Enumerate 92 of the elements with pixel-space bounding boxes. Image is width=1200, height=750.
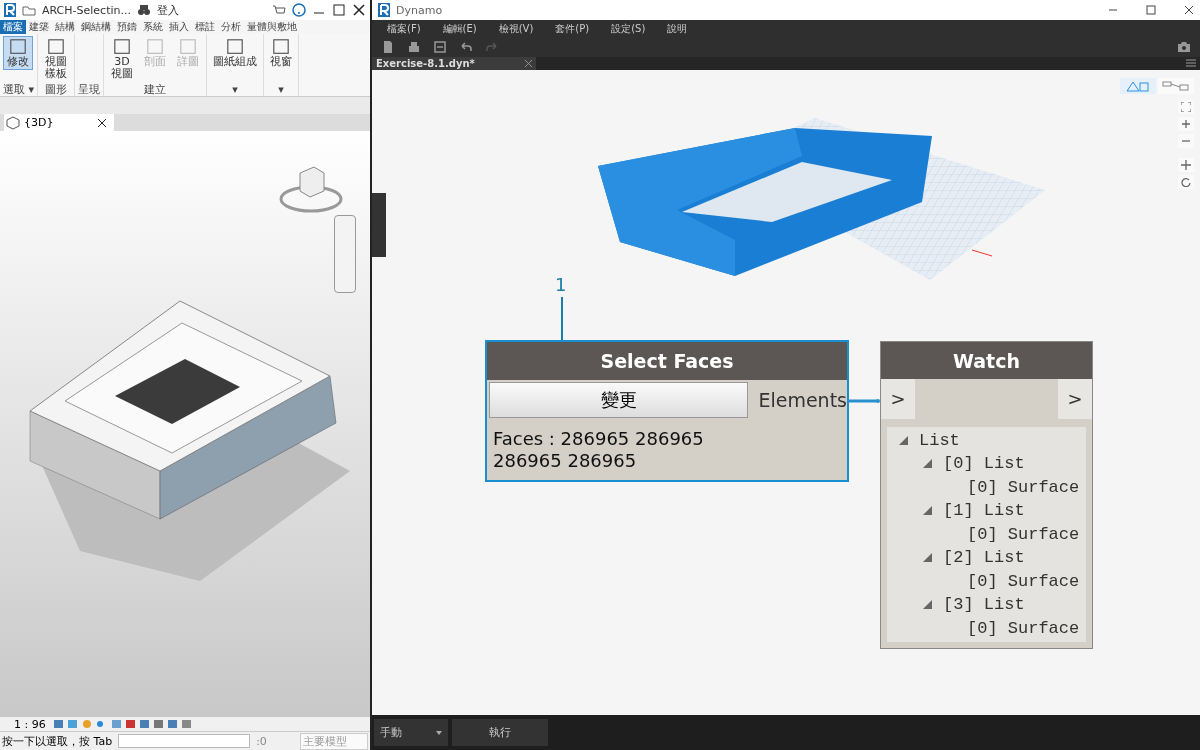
graph-view-toggle[interactable] — [1158, 78, 1194, 94]
app-logo-icon — [378, 3, 390, 17]
cube-icon — [6, 115, 20, 130]
help-icon[interactable] — [292, 3, 306, 17]
ribbon-tab[interactable]: 量體與敷地 — [244, 20, 300, 34]
close-icon[interactable] — [352, 3, 366, 17]
menu-item[interactable]: 設定(S) — [600, 21, 657, 36]
ribbon-button[interactable]: 視圖樣板 — [41, 36, 72, 82]
selection-count: :0 — [256, 734, 267, 748]
zoom-out-icon[interactable] — [1178, 134, 1194, 148]
cart-icon[interactable] — [272, 3, 286, 17]
menu-item[interactable]: 說明 — [656, 21, 699, 36]
panel-label: ▾ — [277, 84, 285, 96]
orbit-icon[interactable] — [1178, 175, 1194, 189]
tree-item-label[interactable]: [0] Surface — [967, 524, 1080, 544]
input-port[interactable]: > — [881, 379, 915, 419]
expander-icon[interactable] — [923, 553, 932, 563]
file-tab[interactable]: Exercise-8.1.dyn* — [372, 57, 536, 70]
save-icon[interactable] — [434, 41, 446, 53]
maximize-icon[interactable] — [1146, 5, 1156, 15]
menu-item[interactable]: 編輯(E) — [431, 21, 488, 36]
ribbon-button[interactable]: 修改 — [3, 36, 33, 70]
ribbon-tab[interactable]: 建築 — [26, 20, 52, 34]
tree-item-label[interactable]: [0] Surface — [967, 571, 1080, 591]
view-control-icons[interactable] — [53, 719, 194, 729]
run-mode-dropdown[interactable]: 手動 — [374, 719, 448, 746]
panel-label: 建立 — [143, 84, 168, 96]
callout-number: 1 — [555, 274, 567, 295]
view-tab[interactable]: {3D} — [4, 114, 114, 131]
scale-label[interactable]: 1 : 96 — [14, 717, 46, 731]
close-icon[interactable] — [1184, 5, 1194, 15]
watch-node[interactable]: Watch > > List [0] List [0] Surface [1] List [0] Surface [2] List [0] Surface [3] List [0] Surface — [880, 341, 1093, 649]
caret-icon — [436, 730, 442, 735]
expander-icon[interactable] — [923, 459, 932, 469]
menu-item[interactable]: 套件(P) — [544, 21, 601, 36]
expander-icon[interactable] — [923, 600, 932, 610]
menu-icon[interactable] — [1186, 59, 1196, 67]
ribbon-button[interactable]: 3D 視圖 — [107, 36, 138, 82]
ribbon-tab[interactable]: 標註 — [192, 20, 218, 34]
expander-icon[interactable] — [899, 435, 908, 445]
pan-icon[interactable] — [1178, 158, 1194, 172]
workset-field[interactable] — [118, 734, 251, 748]
camera-icon[interactable] — [1178, 41, 1190, 53]
run-button[interactable]: 執行 — [452, 719, 548, 746]
document-title: ARCH-Selectin... — [42, 3, 131, 17]
ribbon-tab[interactable]: 插入 — [166, 20, 192, 34]
node-output-text: Faces : 286965 286965 286965 286965 — [492, 427, 705, 473]
panel-label: ▾ — [231, 84, 239, 96]
menu-item[interactable]: 檔案(F) — [376, 21, 432, 36]
menu-item[interactable]: 檢視(V) — [487, 21, 545, 36]
output-port-label[interactable]: Elements — [748, 389, 847, 411]
ribbon-tab[interactable]: 分析 — [218, 20, 244, 34]
connector-wire — [848, 399, 881, 403]
sign-in-link[interactable]: 登入 — [157, 2, 179, 18]
binoculars-icon[interactable] — [137, 3, 151, 17]
undo-icon[interactable] — [460, 41, 472, 53]
ribbon-tab[interactable]: 結構 — [52, 20, 78, 34]
status-text: 按一下以選取，按 Tab — [2, 733, 113, 749]
ribbon-button[interactable]: 圖紙組成 — [210, 36, 261, 70]
tree-item-label[interactable]: [0] Surface — [967, 618, 1080, 638]
new-file-icon[interactable] — [382, 41, 394, 53]
geometry-view-toggle[interactable] — [1120, 78, 1156, 94]
tree-item-label[interactable]: [2] List — [943, 548, 1025, 568]
panel-label: 圖形 — [44, 84, 69, 96]
maximize-icon[interactable] — [332, 3, 346, 17]
square-icon — [7, 38, 29, 56]
expander-icon[interactable] — [923, 506, 932, 516]
ribbon-tab[interactable]: 鋼結構 — [78, 20, 114, 34]
window-title: Dynamo — [396, 3, 443, 17]
ribbon-button[interactable]: 視窗 — [267, 36, 296, 70]
zoom-in-icon[interactable] — [1178, 117, 1194, 131]
select-faces-node[interactable]: Select Faces 變更 Elements Faces : 286965 286965 286965 286965 — [485, 340, 849, 482]
close-icon[interactable] — [98, 118, 106, 127]
panel-label: 呈現 — [78, 84, 101, 96]
tree-item-label[interactable]: [1] List — [943, 501, 1025, 521]
ribbon-tab[interactable]: 預鑄 — [114, 20, 140, 34]
ribbon-tab[interactable]: 系統 — [140, 20, 166, 34]
change-button[interactable]: 變更 — [489, 382, 749, 418]
tree-item-label[interactable]: List — [919, 430, 960, 450]
ribbon-tab[interactable]: 檔案 — [0, 20, 26, 34]
navigation-bar[interactable] — [334, 215, 356, 293]
node-title: Watch — [881, 342, 1092, 380]
panel-label: 選取 ▾ — [3, 84, 35, 96]
node-title: Select Faces — [487, 342, 847, 380]
output-port[interactable]: > — [1058, 379, 1092, 419]
open-folder-icon[interactable] — [22, 3, 36, 17]
tree-item-label[interactable]: [0] List — [943, 454, 1025, 474]
leader-line — [561, 297, 563, 341]
tree-item-label[interactable]: [3] List — [943, 595, 1025, 615]
open-icon[interactable] — [408, 41, 420, 53]
tree-item-label[interactable]: [0] Surface — [967, 477, 1080, 497]
app-logo-icon — [4, 3, 16, 17]
